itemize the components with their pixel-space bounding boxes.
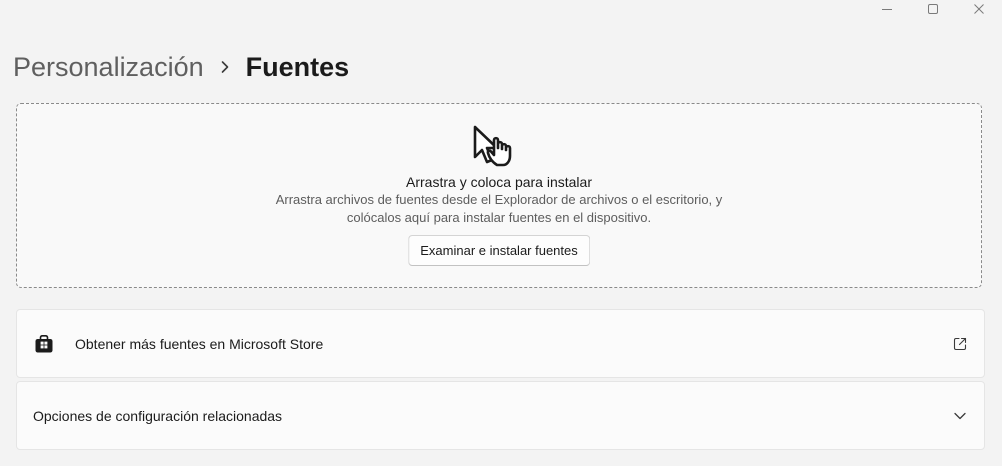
maximize-button[interactable] — [910, 0, 956, 18]
minimize-button[interactable] — [864, 0, 910, 18]
related-settings-label: Opciones de configuración relacionadas — [33, 408, 283, 424]
chevron-right-icon — [221, 61, 228, 73]
minimize-icon — [882, 9, 892, 10]
breadcrumb-separator — [220, 60, 230, 74]
drop-zone-description-line-1: Arrastra archivos de fuentes desde el Ex… — [275, 192, 723, 207]
breadcrumb: Personalización Fuentes — [13, 49, 349, 85]
drop-zone-description-line-2: colócalos aquí para instalar fuentes en … — [346, 210, 652, 225]
font-drop-zone[interactable]: Arrastra y coloca para instalar Arrastra… — [16, 103, 982, 288]
drop-zone-description: Arrastra archivos de fuentes desde el Ex… — [17, 191, 981, 227]
breadcrumb-parent-personalizacion[interactable]: Personalización — [13, 49, 204, 85]
close-button[interactable] — [956, 0, 1002, 18]
close-icon — [974, 4, 984, 14]
settings-window: Personalización Fuentes Arrastra y coloc… — [0, 0, 1002, 466]
drop-zone-title: Arrastra y coloca para instalar — [406, 174, 592, 190]
page-title: Fuentes — [245, 52, 350, 82]
browse-install-fonts-button[interactable]: Examinar e instalar fuentes — [408, 235, 590, 266]
external-link-icon — [953, 337, 967, 351]
window-caption-controls — [864, 0, 1002, 18]
microsoft-store-fonts-card[interactable]: Obtener más fuentes en Microsoft Store — [16, 309, 985, 378]
maximize-icon — [928, 4, 938, 14]
microsoft-store-fonts-label: Obtener más fuentes en Microsoft Store — [75, 336, 324, 352]
chevron-down-icon — [954, 412, 966, 420]
related-settings-expander[interactable]: Opciones de configuración relacionadas — [16, 381, 985, 450]
drag-hand-cursor-icon — [473, 125, 512, 167]
microsoft-store-icon — [35, 335, 53, 353]
